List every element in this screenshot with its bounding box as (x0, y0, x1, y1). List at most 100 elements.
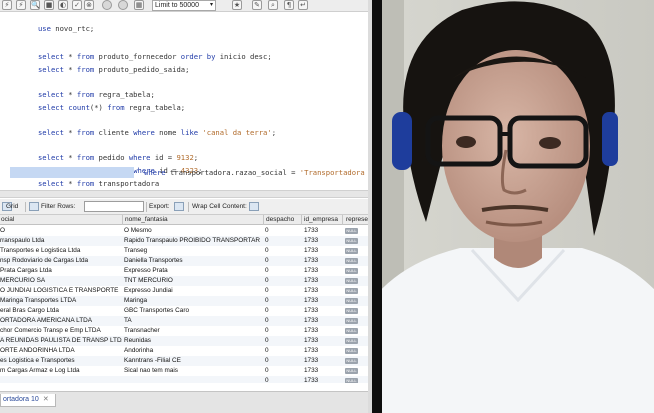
cell-id-empresa[interactable]: 1733 (304, 326, 340, 336)
toggle-icon[interactable]: ◐ (58, 0, 68, 10)
null-badge[interactable]: NULL (345, 228, 358, 234)
cell-despacho[interactable]: 0 (265, 246, 299, 256)
row-limit-select[interactable]: Limit to 50000 rows ▾ (152, 0, 216, 18)
null-badge[interactable]: NULL (345, 288, 358, 294)
table-row[interactable]: es Logistica e Transportes Kanntrans -Fil… (0, 356, 372, 366)
column-divider[interactable] (342, 215, 343, 225)
table-row[interactable]: Transportes e Logistica Ltda Transeg 0 1733… (0, 246, 372, 256)
table-row[interactable]: m Cargas Armaz e Log Ltda Sical nao tem m… (0, 366, 372, 376)
null-badge[interactable]: NULL (345, 358, 358, 364)
cell-id-empresa[interactable]: 1733 (304, 316, 340, 326)
cell-despacho[interactable]: 0 (265, 256, 299, 266)
cell-nome-fantasia[interactable]: Expresso Jundiai (124, 286, 262, 296)
cell-nome-fantasia[interactable]: O Mesmo (124, 226, 262, 236)
cell-razao-social[interactable]: m Cargas Armaz e Log Ltda (0, 366, 122, 376)
cell-id-empresa[interactable]: 1733 (304, 346, 340, 356)
cell-razao-social[interactable]: rranspaulo Ltda (0, 236, 122, 246)
cell-nome-fantasia[interactable]: Maringa (124, 296, 262, 306)
lightning-icon[interactable]: ⚡ (2, 0, 12, 10)
null-badge[interactable]: NULL (345, 308, 358, 314)
null-badge[interactable]: NULL (345, 318, 358, 324)
cell-despacho[interactable]: 0 (265, 296, 299, 306)
grid-icon[interactable]: ▦ (134, 0, 144, 10)
table-row[interactable]: rranspaulo Ltda Rapido Transpaulo PROIBID… (0, 236, 372, 246)
commit-icon[interactable]: ✓ (72, 0, 82, 10)
null-badge[interactable]: NULL (345, 368, 358, 374)
table-row[interactable]: Prata Cargas Ltda Expresso Prata 0 1733 NULL (0, 266, 372, 276)
grid-label[interactable]: Grid (6, 203, 18, 210)
cell-despacho[interactable]: 0 (265, 346, 299, 356)
cell-despacho[interactable]: 0 (265, 226, 299, 236)
cell-id-empresa[interactable]: 1733 (304, 366, 340, 376)
cell-razao-social[interactable]: es Logistica e Transportes (0, 356, 122, 366)
table-row[interactable]: MERCURIO SA TNT MERCURIO 0 1733 NULL (0, 276, 372, 286)
null-badge[interactable]: NULL (345, 278, 358, 284)
cell-nome-fantasia[interactable]: Andorinha (124, 346, 262, 356)
table-row[interactable]: Maringa Transportes LTDA Maringa 0 1733 NULL (0, 296, 372, 306)
cell-despacho[interactable]: 0 (265, 236, 299, 246)
cell-razao-social[interactable]: Prata Cargas Ltda (0, 266, 122, 276)
cell-id-empresa[interactable]: 1733 (304, 276, 340, 286)
cell-despacho[interactable]: 0 (265, 356, 299, 366)
cell-nome-fantasia[interactable]: Daniella Transportes (124, 256, 262, 266)
cell-despacho[interactable]: 0 (265, 326, 299, 336)
null-badge[interactable]: NULL (345, 338, 358, 344)
cell-razao-social[interactable]: ORTADORA AMERICANA LTDA (0, 316, 122, 326)
table-row[interactable]: ORTADORA AMERICANA LTDA TA 0 1733 NULL (0, 316, 372, 326)
cell-id-empresa[interactable]: 1733 (304, 306, 340, 316)
null-badge[interactable]: NULL (345, 248, 358, 254)
cell-despacho[interactable]: 0 (265, 286, 299, 296)
invisible-chars-icon[interactable]: ¶ (284, 0, 294, 10)
cell-id-empresa[interactable]: 1733 (304, 286, 340, 296)
cell-despacho[interactable]: 0 (265, 306, 299, 316)
table-row[interactable]: ORTE ANDORINHA LTDA Andorinha 0 1733 NULL (0, 346, 372, 356)
column-header-representante[interactable]: represe (346, 216, 368, 223)
table-row[interactable]: 0 1733 NULL (0, 376, 372, 383)
cell-nome-fantasia[interactable]: Transnacher (124, 326, 262, 336)
sql-editor[interactable]: use novo_rtc; select * from produto_forn… (0, 12, 372, 188)
cell-id-empresa[interactable]: 1733 (304, 226, 340, 236)
table-row[interactable]: eral Bras Cargo Ltda GBC Transportes Caro… (0, 306, 372, 316)
cell-razao-social[interactable]: nsp Rodoviario de Cargas Ltda (0, 256, 122, 266)
column-header-razao-social[interactable]: ocial (1, 216, 14, 223)
autocommit-icon[interactable] (118, 0, 128, 10)
column-header-despacho[interactable]: despacho (266, 216, 294, 223)
lightning-cursor-icon[interactable]: ⚡ (16, 0, 26, 10)
cell-despacho[interactable]: 0 (265, 336, 299, 346)
cell-despacho[interactable]: 0 (265, 276, 299, 286)
null-badge[interactable]: NULL (345, 378, 358, 383)
cell-id-empresa[interactable]: 1733 (304, 376, 340, 383)
cell-despacho[interactable]: 0 (265, 266, 299, 276)
rollback-icon[interactable] (102, 0, 112, 10)
cell-nome-fantasia[interactable]: Reunidas (124, 336, 262, 346)
cell-nome-fantasia[interactable]: TA (124, 316, 262, 326)
cell-nome-fantasia[interactable]: Rapido Transpaulo PROIBIDO TRANSPORTAR (124, 236, 262, 246)
cell-nome-fantasia[interactable]: TNT MERCURIO (124, 276, 262, 286)
beautify-brush-icon[interactable]: ✎ (252, 0, 262, 10)
null-badge[interactable]: NULL (345, 298, 358, 304)
null-badge[interactable]: NULL (345, 238, 358, 244)
cell-nome-fantasia[interactable]: Transeg (124, 246, 262, 256)
close-icon[interactable]: ✕ (43, 396, 49, 403)
cell-id-empresa[interactable]: 1733 (304, 236, 340, 246)
table-row[interactable]: chor Comercio Transp e Emp LTDA Transnach… (0, 326, 372, 336)
cell-razao-social[interactable]: eral Bras Cargo Ltda (0, 306, 122, 316)
wrap-lines-icon[interactable]: ↵ (298, 0, 308, 10)
cell-despacho[interactable]: 0 (265, 366, 299, 376)
null-badge[interactable]: NULL (345, 268, 358, 274)
favorite-star-icon[interactable]: ★ (232, 0, 242, 10)
null-badge[interactable]: NULL (345, 328, 358, 334)
cell-nome-fantasia[interactable]: Expresso Prata (124, 266, 262, 276)
filter-rows-input[interactable] (84, 201, 144, 212)
table-row[interactable]: OO Mesmo 0 1733 NULL (0, 226, 372, 236)
wrap-cell-icon[interactable] (249, 202, 259, 211)
column-divider[interactable] (122, 215, 123, 225)
cell-razao-social[interactable]: chor Comercio Transp e Emp LTDA (0, 326, 122, 336)
column-header-nome-fantasia[interactable]: nome_fantasia (125, 216, 168, 223)
cell-razao-social[interactable]: A REUNIDAS PAULISTA DE TRANSP LTDA (0, 336, 122, 346)
cell-razao-social[interactable]: O JUNDIAI LOGISTICA E TRANSPORTE (0, 286, 122, 296)
table-row[interactable]: nsp Rodoviario de Cargas Ltda Daniella Tr… (0, 256, 372, 266)
column-divider[interactable] (263, 215, 264, 225)
stop-execution-icon[interactable]: ⊗ (84, 0, 94, 10)
cell-razao-social[interactable]: MERCURIO SA (0, 276, 122, 286)
